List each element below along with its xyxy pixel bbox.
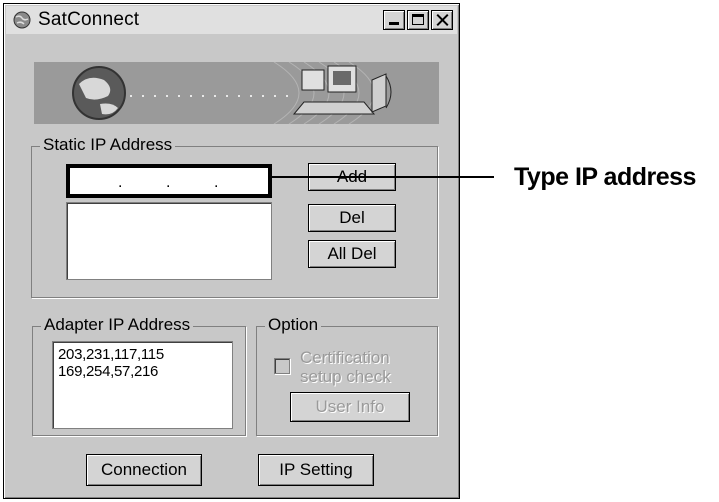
certification-label: Certification setup check: [300, 348, 391, 386]
adapter-ip-addresses: 203,231,117,115 169,254,57,216: [58, 346, 164, 380]
user-info-button[interactable]: User Info: [290, 392, 410, 422]
connection-button[interactable]: Connection: [86, 454, 202, 486]
title-bar[interactable]: SatConnect: [6, 6, 457, 34]
banner-image: [34, 62, 439, 124]
window-title: SatConnect: [38, 9, 140, 30]
static-ip-list[interactable]: [66, 202, 272, 280]
ip-separator: .: [166, 174, 171, 191]
option-group-label: Option: [265, 315, 322, 335]
ip-separator: .: [214, 174, 219, 191]
certification-checkbox[interactable]: [274, 358, 290, 374]
adapter-ip-group-label: Adapter IP Address: [41, 315, 194, 335]
ip-address-input[interactable]: . . .: [66, 164, 272, 198]
maximize-icon[interactable]: [407, 10, 429, 30]
globe-icon: [72, 66, 126, 120]
del-button[interactable]: Del: [308, 204, 396, 232]
satellite-globe-icon: [13, 11, 31, 29]
all-del-button[interactable]: All Del: [308, 240, 396, 268]
minimize-icon[interactable]: [383, 10, 405, 30]
static-ip-group-label: Static IP Address: [40, 135, 176, 155]
close-icon[interactable]: [431, 10, 453, 30]
computer-network-icon: [292, 65, 392, 115]
ip-separator: .: [118, 174, 123, 191]
adapter-ip-list[interactable]: 203,231,117,115 169,254,57,216: [52, 341, 233, 429]
callout-line: [268, 176, 494, 178]
callout-label: Type IP address: [514, 163, 696, 191]
satconnect-window: SatConnect Static IP Address . . . Add D…: [3, 3, 460, 499]
window-controls: [383, 10, 453, 30]
ip-setting-button[interactable]: IP Setting: [258, 454, 374, 486]
